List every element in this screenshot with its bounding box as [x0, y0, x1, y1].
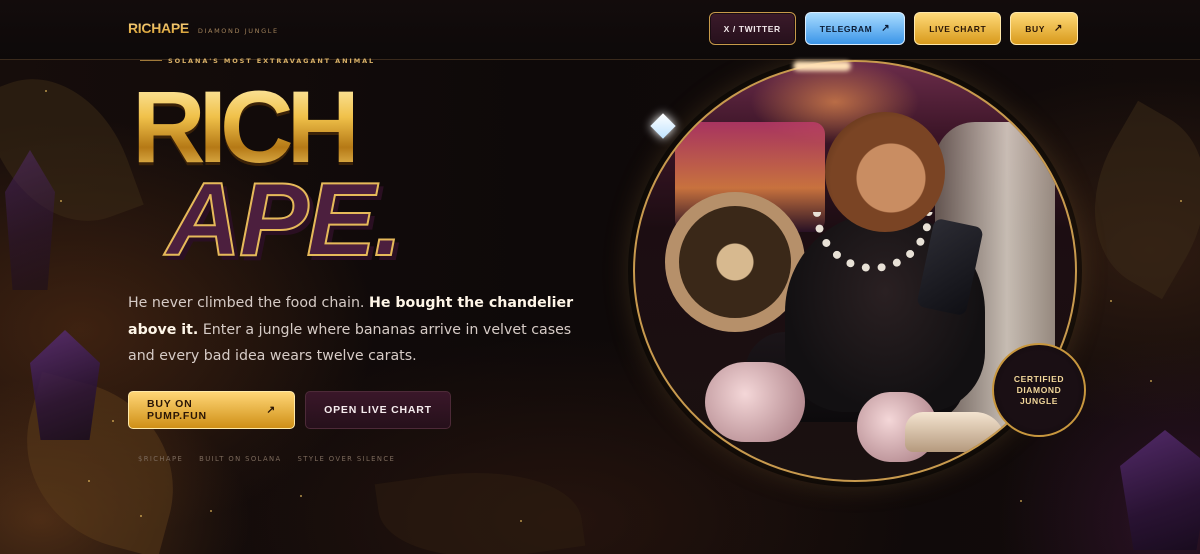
crystal-decoration	[1120, 430, 1200, 550]
logo[interactable]: RICHAPE DIAMOND JUNGLE	[128, 20, 279, 36]
open-live-chart-label: OPEN LIVE CHART	[324, 404, 432, 416]
certified-badge: CERTIFIED DIAMOND JUNGLE	[992, 343, 1086, 437]
telegram-link-button[interactable]: TELEGRAM ↗	[804, 12, 906, 45]
ceiling-light	[793, 61, 851, 71]
buy-label: BUY	[1025, 23, 1046, 34]
live-chart-label: LIVE CHART	[929, 23, 987, 34]
hero-tag-row: $RICHAPE BUILT ON SOLANA STYLE OVER SILE…	[138, 455, 395, 463]
crystal-decoration	[30, 330, 100, 440]
hero-title-ape: APE.	[165, 162, 404, 278]
open-live-chart-button[interactable]: OPEN LIVE CHART	[305, 391, 451, 429]
buy-on-pumpfun-button[interactable]: BUY ON PUMP.FUN ↗	[128, 391, 295, 429]
hero-cta-group: BUY ON PUMP.FUN ↗ OPEN LIVE CHART	[128, 391, 451, 429]
leaf-decoration	[374, 456, 586, 554]
ape-head	[825, 112, 945, 232]
tag-motto: STYLE OVER SILENCE	[297, 455, 396, 463]
tag-chain: BUILT ON SOLANA	[199, 455, 282, 463]
hero-description-intro: He never climbed the food chain.	[128, 295, 369, 311]
hero-eyebrow: SOLANA'S MOST EXTRAVAGANT ANIMAL	[168, 57, 376, 65]
logo-wordmark: RICHAPE	[128, 20, 189, 36]
buy-button[interactable]: BUY ↗	[1010, 12, 1078, 45]
nav-links: X / TWITTER TELEGRAM ↗ LIVE CHART BUY ↗	[708, 12, 1078, 45]
leaf-decoration	[1058, 100, 1200, 300]
logo-tagline: DIAMOND JUNGLE	[197, 27, 279, 35]
twitter-link-button[interactable]: X / TWITTER	[708, 12, 796, 45]
telegram-link-label: TELEGRAM	[819, 23, 873, 34]
tag-ticker: $RICHAPE	[138, 455, 184, 463]
live-chart-button[interactable]: LIVE CHART	[914, 12, 1002, 45]
buy-on-pumpfun-label: BUY ON PUMP.FUN	[147, 398, 207, 422]
toy-car	[905, 412, 1005, 452]
arrow-up-right-icon: ↗	[1054, 23, 1063, 34]
ape-shoe-left	[705, 362, 805, 442]
eyebrow-rule	[140, 60, 162, 61]
hero-description: He never climbed the food chain. He boug…	[128, 290, 598, 370]
top-navbar: RICHAPE DIAMOND JUNGLE X / TWITTER TELEG…	[0, 0, 1200, 60]
arrow-up-right-icon: ↗	[881, 23, 891, 34]
steering-wheel	[665, 192, 805, 332]
twitter-link-label: X / TWITTER	[723, 23, 781, 34]
arrow-up-right-icon: ↗	[266, 404, 276, 416]
